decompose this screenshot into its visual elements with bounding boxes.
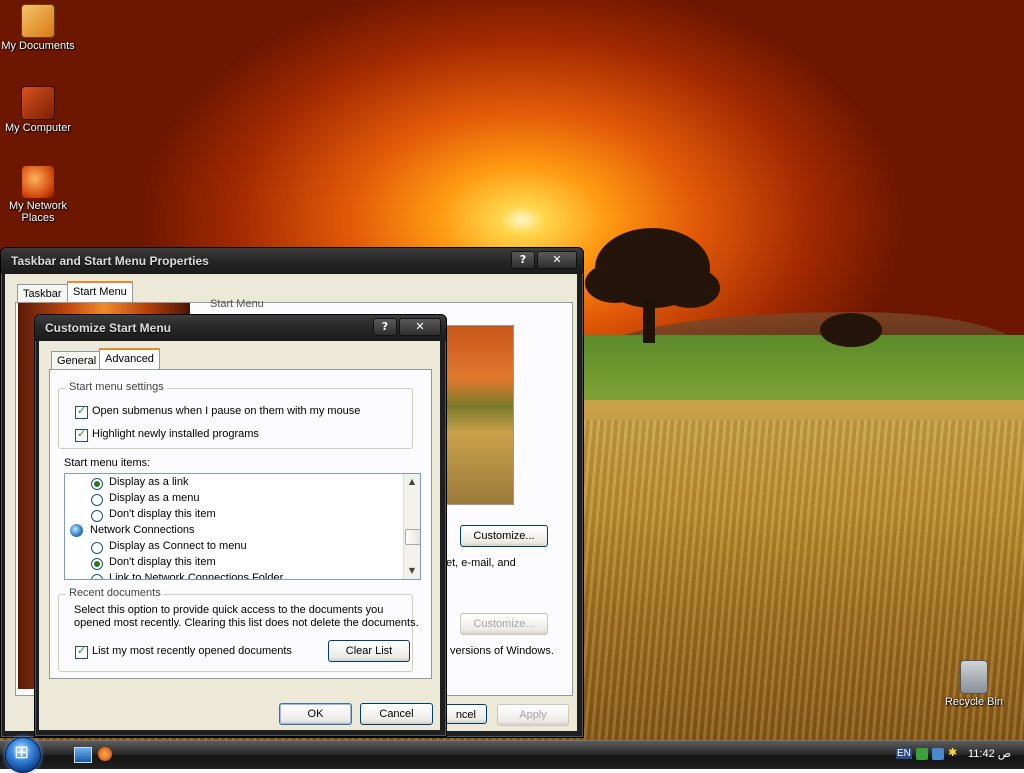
small-tree	[820, 313, 882, 351]
item-radio[interactable]	[91, 574, 103, 579]
desktop-icon-recycle-bin[interactable]: Recycle Bin	[934, 660, 1014, 708]
item-header: Network Connections	[90, 524, 195, 536]
close-button[interactable]: ✕	[399, 318, 441, 336]
start-menu-items-list[interactable]: Display as a link Display as a menu Don'…	[64, 473, 421, 580]
item-radio[interactable]	[91, 494, 103, 506]
dialog-client: General Advanced Start menu settings Ope…	[39, 341, 440, 730]
start-menu-items-label: Start menu items:	[64, 457, 151, 469]
item-label[interactable]: Display as a link	[109, 476, 188, 488]
network-places-icon	[22, 166, 54, 198]
classic-description-tail: versions of Windows.	[450, 645, 554, 657]
open-submenus-checkbox[interactable]	[75, 404, 88, 419]
tab-start-menu[interactable]: Start Menu	[67, 281, 133, 303]
apply-button[interactable]: Apply	[497, 704, 569, 726]
show-desktop-icon[interactable]	[74, 747, 92, 763]
item-label[interactable]: Don't display this item	[109, 508, 216, 520]
dialog-title: Customize Start Menu	[45, 321, 172, 335]
taskbar: EN ✱ 11:42 ص	[0, 737, 1024, 773]
group-label: Recent documents	[66, 587, 164, 599]
item-label[interactable]: Display as a menu	[109, 492, 200, 504]
window-title: Taskbar and Start Menu Properties	[11, 254, 209, 268]
item-label[interactable]: Don't display this item	[109, 556, 216, 568]
system-tray: EN ✱ 11:42 ص	[894, 741, 1024, 769]
help-button[interactable]: ?	[511, 251, 535, 269]
desktop-icon-label: Recycle Bin	[944, 696, 1004, 708]
item-radio[interactable]	[91, 558, 103, 570]
media-player-icon[interactable]	[98, 747, 112, 761]
scroll-up-arrow-icon[interactable]: ▲	[404, 474, 420, 490]
group-label: Start menu settings	[66, 381, 167, 393]
customize-start-menu-dialog: Customize Start Menu ? ✕ General Advance…	[34, 314, 447, 737]
start-menu-label: Start Menu	[210, 298, 264, 310]
titlebar: Customize Start Menu ? ✕	[35, 315, 446, 341]
customize-classic-button[interactable]: Customize...	[460, 613, 548, 635]
scroll-thumb[interactable]	[405, 529, 420, 545]
item-label[interactable]: Display as Connect to menu	[109, 540, 247, 552]
list-recent-docs-checkbox[interactable]	[75, 644, 88, 659]
description-tail: et, e-mail, and	[446, 557, 516, 569]
desktop-icon-my-documents[interactable]: My Documents	[0, 4, 78, 52]
item-radio[interactable]	[91, 478, 103, 490]
highlight-programs-label[interactable]: Highlight newly installed programs	[92, 428, 259, 440]
ok-button[interactable]: OK	[279, 703, 352, 725]
scroll-down-arrow-icon[interactable]: ▼	[404, 563, 420, 579]
desktop-icon-my-computer[interactable]: My Computer	[0, 86, 78, 134]
recycle-bin-icon	[960, 660, 988, 694]
security-center-icon[interactable]	[916, 748, 928, 760]
open-submenus-label[interactable]: Open submenus when I pause on them with …	[92, 405, 360, 417]
language-indicator[interactable]: EN	[896, 748, 912, 759]
item-label[interactable]: Link to Network Connections Folder	[109, 572, 283, 579]
network-connections-icon	[70, 524, 83, 537]
cancel-button[interactable]: Cancel	[360, 703, 433, 725]
desktop-icon-label: My Documents	[1, 40, 75, 52]
advanced-tab-panel: Start menu settings Open submenus when I…	[49, 369, 432, 679]
large-tree	[585, 228, 720, 348]
network-tray-icon[interactable]	[932, 748, 944, 760]
highlight-programs-checkbox[interactable]	[75, 427, 88, 442]
tab-advanced[interactable]: Advanced	[99, 348, 160, 370]
my-documents-icon	[21, 4, 55, 38]
my-computer-icon	[21, 86, 55, 120]
clear-list-button[interactable]: Clear List	[328, 640, 410, 662]
titlebar: Taskbar and Start Menu Properties ? ✕	[1, 248, 583, 274]
help-button[interactable]: ?	[373, 318, 397, 336]
tab-taskbar[interactable]: Taskbar	[17, 284, 68, 303]
close-button[interactable]: ✕	[537, 251, 577, 269]
start-menu-preview-image	[446, 325, 514, 505]
tab-general[interactable]: General	[51, 351, 103, 370]
list-recent-docs-label[interactable]: List my most recently opened documents	[92, 645, 292, 657]
item-radio[interactable]	[91, 510, 103, 522]
desktop-icon-label: My Network Places	[8, 200, 68, 224]
recent-description-line1: Select this option to provide quick acce…	[74, 604, 384, 616]
desktop-icon-network-places[interactable]: My Network Places	[0, 166, 78, 224]
customize-start-menu-button[interactable]: Customize...	[460, 525, 548, 547]
notification-icon[interactable]: ✱	[948, 746, 957, 759]
list-scrollbar[interactable]: ▲ ▼	[403, 474, 420, 579]
desktop-icon-label: My Computer	[4, 122, 72, 134]
recent-description-line2: opened most recently. Clearing this list…	[74, 617, 419, 629]
clock[interactable]: 11:42 ص	[968, 747, 1011, 760]
item-radio[interactable]	[91, 542, 103, 554]
